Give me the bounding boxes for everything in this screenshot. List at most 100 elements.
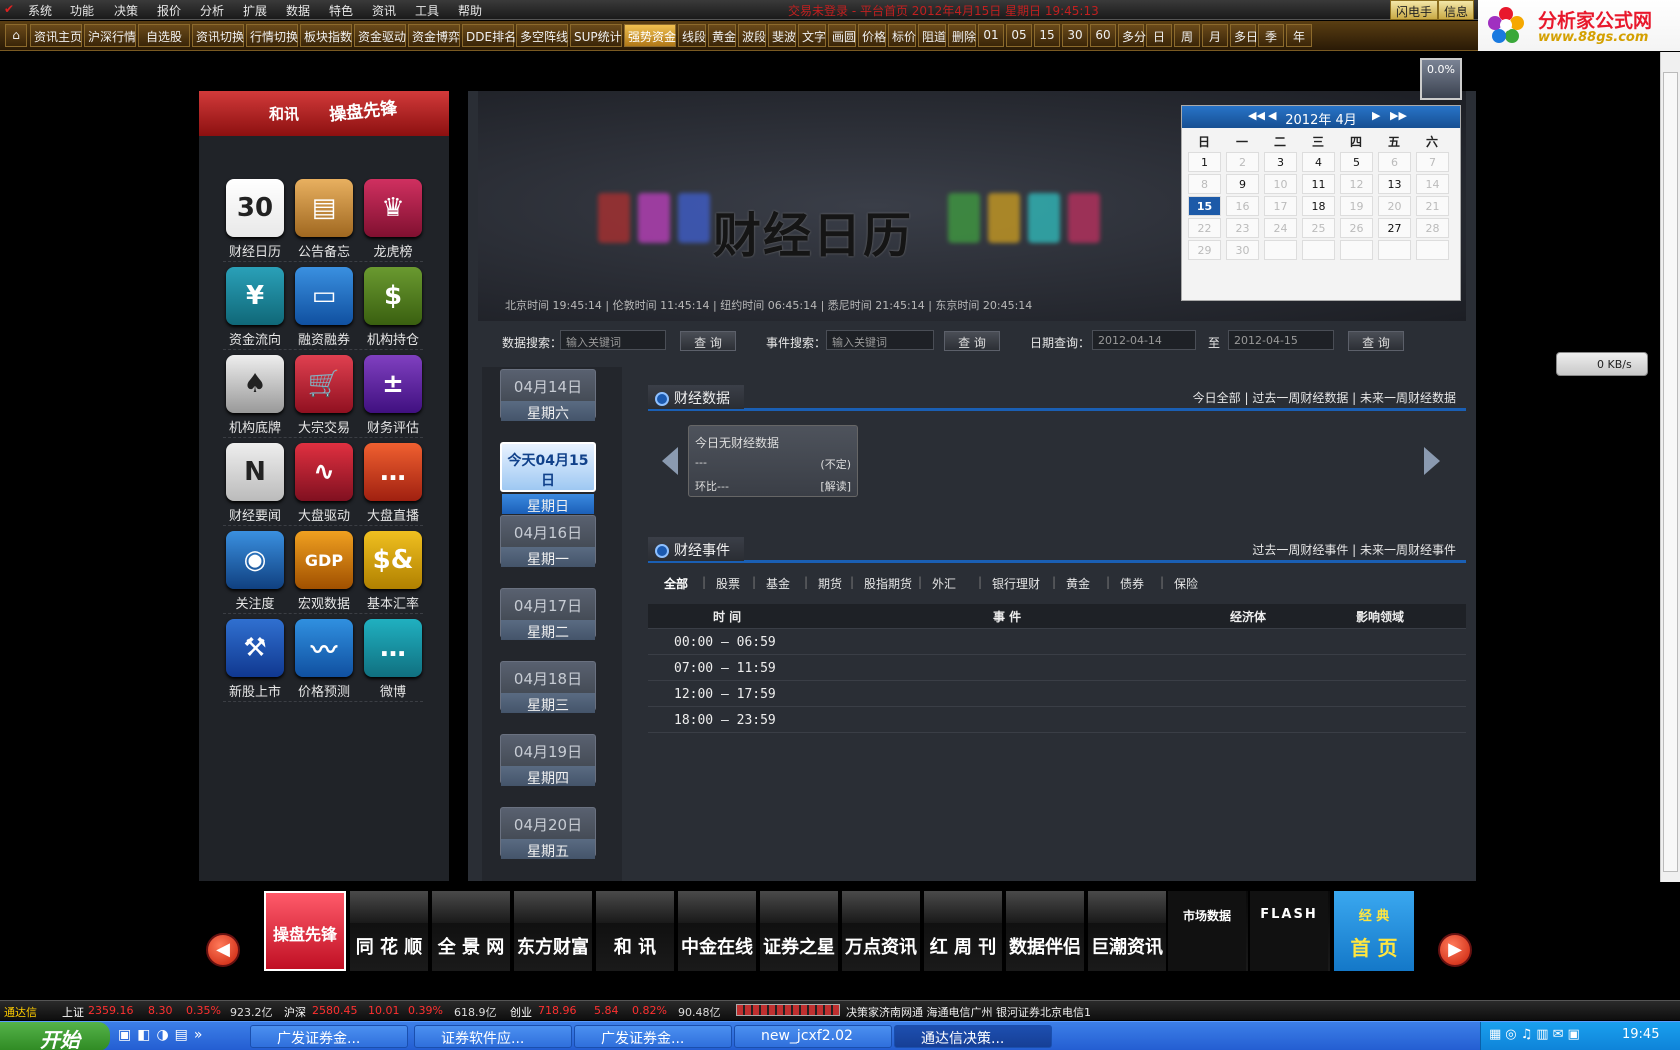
- home-icon[interactable]: ⌂: [5, 24, 27, 47]
- feature-calculator[interactable]: ± 财务评估: [359, 355, 427, 436]
- calendar-day[interactable]: 5: [1340, 152, 1373, 172]
- menu-analysis[interactable]: 分析: [200, 2, 224, 19]
- calendar-day[interactable]: 14: [1416, 174, 1449, 194]
- date-from-input[interactable]: 2012-04-14: [1092, 330, 1196, 350]
- nav-site[interactable]: 万点资讯: [842, 891, 920, 971]
- toolbar-item[interactable]: SUP统计: [570, 24, 622, 47]
- nav-site[interactable]: 中金在线: [678, 891, 756, 971]
- toolbar-item[interactable]: 价格: [858, 24, 886, 47]
- day-tab[interactable]: 04月18日 星期三: [500, 661, 596, 714]
- menu-data[interactable]: 数据: [286, 2, 310, 19]
- calendar-day[interactable]: 22: [1188, 218, 1221, 238]
- calendar-day[interactable]: 24: [1264, 218, 1297, 238]
- next-year-icon[interactable]: ▶▶: [1390, 109, 1407, 122]
- feature-cart[interactable]: 🛒 大宗交易: [290, 355, 358, 436]
- calendar-day[interactable]: 17: [1264, 196, 1297, 216]
- toolbar-item[interactable]: 资金博弈: [408, 24, 460, 47]
- nav-site[interactable]: 证券之星: [760, 891, 838, 971]
- nav-site[interactable]: 同 花 顺: [350, 891, 428, 971]
- calendar-day[interactable]: 29: [1188, 240, 1221, 260]
- feature-card[interactable]: ▭ 融资融券: [290, 267, 358, 348]
- toolbar-item[interactable]: 删除: [948, 24, 976, 47]
- calendar-day[interactable]: 15: [1188, 196, 1221, 216]
- category-tab[interactable]: 银行理财: [992, 575, 1040, 592]
- start-button[interactable]: 开始: [0, 1022, 110, 1050]
- feature-money-bag[interactable]: $ 机构持仓: [359, 267, 427, 348]
- toolbar-item[interactable]: 行情切换: [246, 24, 298, 47]
- data-search-button[interactable]: 查 询: [680, 331, 736, 351]
- date-search-button[interactable]: 查 询: [1348, 331, 1404, 351]
- feature-crown[interactable]: ♛ 龙虎榜: [359, 179, 427, 260]
- calendar-day[interactable]: 30: [1226, 240, 1259, 260]
- zoom-indicator[interactable]: 0.0%: [1420, 58, 1462, 100]
- menu-extend[interactable]: 扩展: [243, 2, 267, 19]
- feature-pulse[interactable]: ∿ 大盘驱动: [290, 443, 358, 524]
- data-search-input[interactable]: 输入关键词: [560, 330, 666, 350]
- menu-decision[interactable]: 决策: [114, 2, 138, 19]
- prev-year-icon[interactable]: ◀◀: [1248, 109, 1265, 122]
- day-tab[interactable]: 04月14日 星期六: [500, 369, 596, 422]
- taskbar-window[interactable]: 广发证券金...: [574, 1025, 732, 1048]
- table-row[interactable]: 07:00 — 11:59: [648, 656, 1466, 681]
- menu-quote[interactable]: 报价: [157, 2, 181, 19]
- calendar-day[interactable]: 12: [1340, 174, 1373, 194]
- fin-data-links[interactable]: 今日全部 | 过去一周财经数据 | 未来一周财经数据: [1193, 389, 1456, 406]
- nav-site[interactable]: 红 周 刊: [924, 891, 1002, 971]
- date-to-input[interactable]: 2012-04-15: [1228, 330, 1334, 350]
- category-tab[interactable]: 全部: [664, 575, 688, 592]
- toolbar-item[interactable]: 阻道: [918, 24, 946, 47]
- fin-events-tab[interactable]: 财经事件: [648, 537, 744, 561]
- menu-tools[interactable]: 工具: [415, 2, 439, 19]
- calendar-day[interactable]: 21: [1416, 196, 1449, 216]
- toolbar-item[interactable]: 15: [1034, 24, 1060, 47]
- category-tab[interactable]: 基金: [766, 575, 790, 592]
- feature-speech[interactable]: … 微博: [359, 619, 427, 700]
- calendar-day[interactable]: 8: [1188, 174, 1221, 194]
- flash-trade-button[interactable]: 闪电手: [1390, 0, 1439, 20]
- toolbar-item[interactable]: 标价: [888, 24, 916, 47]
- calendar-day[interactable]: 2: [1226, 152, 1259, 172]
- category-tab[interactable]: 期货: [818, 575, 842, 592]
- toolbar-item[interactable]: 沪深行情: [84, 24, 136, 47]
- feature-eye[interactable]: ◉ 关注度: [221, 531, 289, 612]
- taskbar-window[interactable]: 通达信决策...: [894, 1025, 1052, 1048]
- toolbar-item[interactable]: 季: [1258, 24, 1284, 47]
- toolbar-item[interactable]: 板块指数: [300, 24, 352, 47]
- toolbar-item[interactable]: 波段: [738, 24, 766, 47]
- day-tab[interactable]: 04月20日 星期五: [500, 807, 596, 860]
- fin-data-tab[interactable]: 财经数据: [648, 385, 744, 409]
- category-tab[interactable]: 股指期货: [864, 575, 912, 592]
- day-tab[interactable]: 04月16日 星期一: [500, 515, 596, 568]
- nav-site[interactable]: 和 讯: [596, 891, 674, 971]
- calendar-day[interactable]: 7: [1416, 152, 1449, 172]
- toolbar-item[interactable]: DDE排名: [462, 24, 516, 47]
- day-tab[interactable]: 今天04月15日 星期日: [500, 442, 596, 515]
- calendar-day[interactable]: 20: [1378, 196, 1411, 216]
- app-logo-icon[interactable]: ✔: [4, 2, 14, 16]
- next-arrow-icon[interactable]: [1424, 447, 1440, 475]
- toolbar-item[interactable]: 年: [1286, 24, 1312, 47]
- toolbar-item[interactable]: 资金驱动: [354, 24, 406, 47]
- event-search-input[interactable]: 输入关键词: [826, 330, 934, 350]
- scroll-thumb[interactable]: [1663, 72, 1678, 872]
- menu-help[interactable]: 帮助: [458, 2, 482, 19]
- taskbar-window[interactable]: new_jcxf2.02: [734, 1025, 892, 1048]
- calendar-day[interactable]: 6: [1378, 152, 1411, 172]
- toolbar-item[interactable]: 60: [1090, 24, 1116, 47]
- toolbar-item[interactable]: 文字: [798, 24, 826, 47]
- toolbar-item[interactable]: 自选股: [138, 24, 190, 47]
- prev-arrow-icon[interactable]: [662, 447, 678, 475]
- prev-month-icon[interactable]: ◀: [1268, 109, 1276, 122]
- toolbar-item[interactable]: 月: [1202, 24, 1228, 47]
- nav-site[interactable]: 巨潮资讯: [1088, 891, 1166, 971]
- feature-news[interactable]: N 财经要闻: [221, 443, 289, 524]
- feature-gavel[interactable]: ⚒ 新股上市: [221, 619, 289, 700]
- toolbar-item[interactable]: 01: [978, 24, 1004, 47]
- feature-yen-flow[interactable]: ¥ 资金流向: [221, 267, 289, 348]
- card-row2-right[interactable]: [解读]: [820, 478, 851, 494]
- toolbar-item[interactable]: 线段: [678, 24, 706, 47]
- toolbar-item[interactable]: 周: [1174, 24, 1200, 47]
- fin-events-links[interactable]: 过去一周财经事件 | 未来一周财经事件: [1252, 541, 1456, 558]
- toolbar-item[interactable]: 30: [1062, 24, 1088, 47]
- calendar-day[interactable]: 16: [1226, 196, 1259, 216]
